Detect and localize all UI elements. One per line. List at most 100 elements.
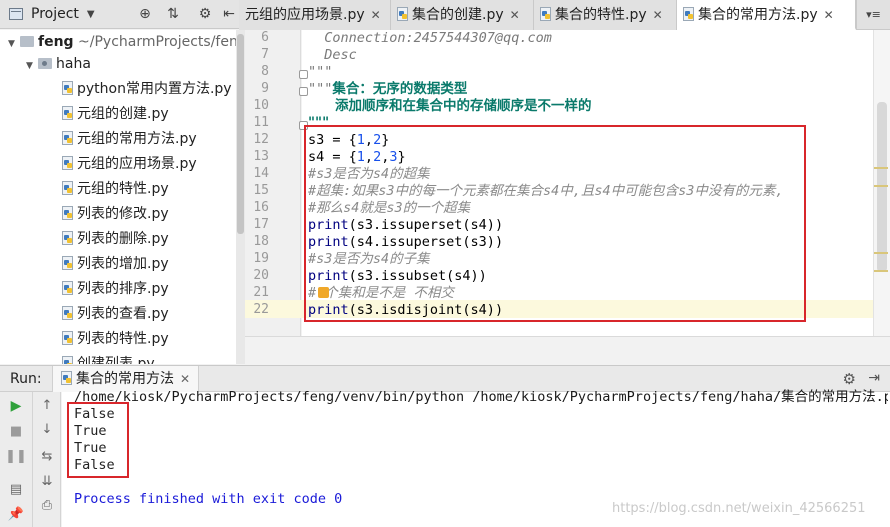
- crosshair-icon[interactable]: ⊕: [136, 5, 154, 23]
- file-label: 列表的修改.py: [77, 206, 169, 222]
- tab-set-create[interactable]: 集合的创建.py ✕: [391, 0, 534, 30]
- fold-marker-icon[interactable]: [299, 87, 308, 96]
- pause-icon[interactable]: ❚❚: [5, 447, 27, 467]
- soft-wrap-icon[interactable]: ⇆: [36, 447, 58, 467]
- root-name: feng: [38, 34, 74, 50]
- tab-set-methods[interactable]: 集合的常用方法.py ✕: [677, 0, 856, 30]
- line-number: 10: [253, 98, 269, 113]
- project-tree: ▼ feng ~/PycharmProjects/feng ▼ haha pytho…: [0, 30, 236, 364]
- hide-panel-icon[interactable]: ⇤: [220, 5, 238, 23]
- pin-icon[interactable]: 📌: [5, 505, 27, 525]
- warning-marker[interactable]: [874, 167, 888, 169]
- close-icon[interactable]: ✕: [510, 8, 520, 22]
- project-icon: [9, 8, 23, 20]
- file-label: python常用内置方法.py: [77, 81, 232, 97]
- stop-icon[interactable]: ■: [5, 422, 27, 442]
- package-name: haha: [56, 56, 91, 72]
- tree-file[interactable]: 列表的删除.py: [62, 227, 169, 252]
- python-file-icon: [540, 7, 551, 21]
- tree-file[interactable]: python常用内置方法.py: [62, 77, 232, 102]
- run-toolbar-primary: ▶ ■ ❚❚ ▤ 📌: [0, 392, 33, 527]
- line-number: 9: [261, 81, 269, 96]
- project-tree-scrollbar[interactable]: [236, 30, 245, 364]
- tab-label: 集合的常用方法.py: [698, 7, 818, 23]
- python-file-icon: [62, 206, 73, 220]
- line-number: 17: [253, 217, 269, 232]
- warning-marker[interactable]: [874, 185, 888, 187]
- close-icon[interactable]: ✕: [371, 8, 381, 22]
- down-arrow-icon[interactable]: ↓: [36, 420, 58, 440]
- line-number: 7: [261, 47, 269, 62]
- close-icon[interactable]: ✕: [824, 8, 834, 22]
- doc-subtitle: 添加顺序和在集合中的存储顺序是不一样的: [335, 98, 592, 114]
- warning-marker[interactable]: [874, 270, 888, 272]
- tree-file[interactable]: 列表的特性.py: [62, 327, 169, 352]
- tab-tuple-usage[interactable]: 元组的应用场景.py ✕: [239, 0, 391, 30]
- python-file-icon: [62, 81, 73, 95]
- close-icon[interactable]: ✕: [653, 8, 663, 22]
- run-label: Run:: [10, 371, 42, 387]
- print-icon[interactable]: ⎙: [36, 496, 58, 516]
- doc-line: Connection:2457544307@qq.com: [308, 30, 552, 46]
- editor-scrollbar[interactable]: [873, 30, 890, 336]
- line-number: 19: [253, 251, 269, 266]
- line-number: 13: [253, 149, 269, 164]
- editor-bottom-area: [245, 336, 890, 364]
- tree-file[interactable]: 元组的特性.py: [62, 177, 169, 202]
- root-path: ~/PycharmProjects/feng: [78, 34, 236, 50]
- close-icon[interactable]: ✕: [180, 372, 190, 386]
- python-file-icon: [62, 106, 73, 120]
- file-label: 元组的常用方法.py: [77, 131, 197, 147]
- layout-icon[interactable]: ▤: [5, 480, 27, 500]
- file-label: 创建列表.py: [77, 356, 155, 364]
- tree-file[interactable]: 创建列表.py: [62, 352, 155, 364]
- line-number: 11: [253, 115, 269, 130]
- file-label: 列表的特性.py: [77, 331, 169, 347]
- tree-package-haha[interactable]: ▼ haha: [26, 52, 91, 77]
- python-file-icon: [62, 306, 73, 320]
- watermark: https://blog.csdn.net/weixin_42566251: [612, 501, 866, 516]
- line-number: 20: [253, 268, 269, 283]
- folder-icon: [20, 36, 34, 47]
- docstring-close: """: [308, 64, 333, 80]
- up-arrow-icon[interactable]: ↑: [36, 396, 58, 416]
- python-file-icon: [62, 356, 73, 364]
- tree-file[interactable]: 列表的查看.py: [62, 302, 169, 327]
- output-annotation-box: [67, 402, 129, 478]
- file-label: 列表的查看.py: [77, 306, 169, 322]
- tree-file[interactable]: 列表的增加.py: [62, 252, 169, 277]
- tab-label: 集合的特性.py: [555, 7, 647, 23]
- scrollbar-thumb[interactable]: [237, 34, 244, 234]
- tab-label: 元组的应用场景.py: [245, 7, 365, 23]
- scrollbar-thumb[interactable]: [877, 102, 887, 272]
- line-number: 14: [253, 166, 269, 181]
- python-file-icon: [62, 256, 73, 270]
- collapse-icon[interactable]: ⇅: [164, 5, 182, 23]
- tree-file[interactable]: 元组的应用场景.py: [62, 152, 197, 177]
- scroll-to-end-icon[interactable]: ⇊: [36, 472, 58, 492]
- highlight-annotation-box: [304, 125, 806, 322]
- rerun-icon[interactable]: ▶: [5, 396, 27, 416]
- line-number: 18: [253, 234, 269, 249]
- expand-arrow-icon[interactable]: ▼: [8, 32, 20, 57]
- tab-set-features[interactable]: 集合的特性.py ✕: [534, 0, 677, 30]
- tree-file[interactable]: 元组的创建.py: [62, 102, 169, 127]
- gear-icon[interactable]: ⚙: [843, 370, 856, 388]
- python-file-icon: [62, 331, 73, 345]
- gear-icon[interactable]: ⚙: [196, 5, 214, 23]
- tree-file[interactable]: 列表的修改.py: [62, 202, 169, 227]
- editor-tab-bar: 元组的应用场景.py ✕ 集合的创建.py ✕ 集合的特性.py ✕ 集合的常用方法.…: [239, 0, 890, 30]
- warning-marker[interactable]: [874, 252, 888, 254]
- file-label: 元组的应用场景.py: [77, 156, 197, 172]
- line-number: 6: [261, 30, 269, 45]
- chevron-down-icon[interactable]: ▼: [87, 9, 95, 20]
- hide-panel-icon[interactable]: ⇥: [868, 370, 880, 386]
- fold-marker-icon[interactable]: [299, 70, 308, 79]
- python-file-icon: [61, 371, 72, 385]
- project-panel-header: Project ▼ ⊕ ⇅ ⚙ ⇤: [0, 0, 245, 29]
- tree-file[interactable]: 元组的常用方法.py: [62, 127, 197, 152]
- project-panel-title[interactable]: Project: [31, 6, 79, 22]
- tree-file[interactable]: 列表的排序.py: [62, 277, 169, 302]
- tab-list-dropdown-icon[interactable]: ▾≡: [856, 0, 890, 30]
- expand-arrow-icon[interactable]: ▼: [26, 54, 38, 79]
